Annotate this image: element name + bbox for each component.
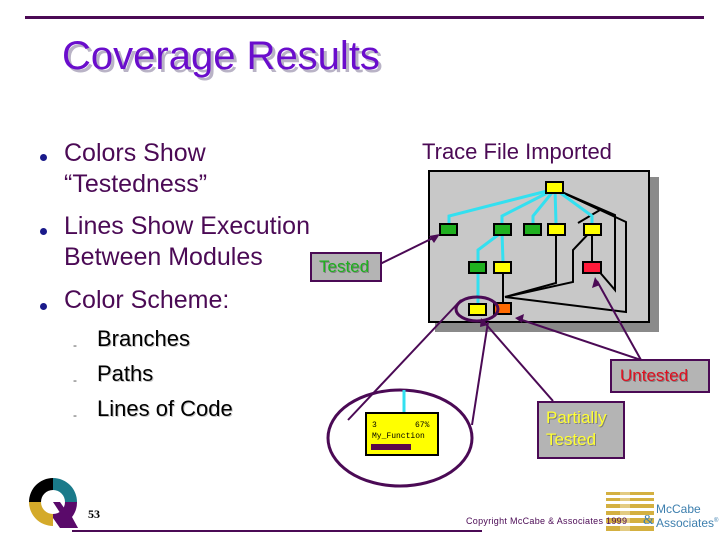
module [493,261,512,274]
module [493,223,512,236]
module [583,223,602,236]
edge [504,229,593,298]
module-selected [468,303,487,316]
callout-partial-line2: Tested [546,430,597,449]
zoom-module-name: My_Function [372,432,425,441]
q-logo [29,478,78,528]
company-name: McCabe Associates® [656,503,718,529]
module-root [545,181,564,194]
registered-mark: ® [714,518,719,524]
callout-tested: Tested [310,252,382,282]
arrowhead [515,314,524,323]
edge [553,188,558,225]
edge [554,188,616,293]
module [547,223,566,236]
tested-edges [447,187,594,304]
callout-untested: Untested [610,359,710,393]
module-untested [582,261,602,274]
bottom-rule [72,530,482,532]
company-name-line1: McCabe [656,502,701,516]
edge [500,231,505,263]
arrow-partial [483,321,554,402]
callout-partially-tested: Partially Tested [537,401,625,459]
zoom-line-right [471,321,489,426]
q-logo-segment [29,502,53,526]
zoom-module-count: 3 [372,421,377,430]
ampersand-icon: & [643,513,654,528]
zoom-module-percent: 67% [415,421,430,430]
callout-partial-line1: Partially [546,408,607,427]
modules [439,181,602,316]
module [468,261,487,274]
callout-tested-label: Tested [319,257,370,276]
copyright: Copyright McCabe & Associates 1999 [466,516,628,526]
company-name-line2: Associates® [656,515,718,529]
q-logo-segment [53,478,77,502]
module [523,223,542,236]
q-logo-segment [29,478,53,502]
edge [476,230,503,262]
page-number: 53 [88,507,100,521]
company-name-line2-text: Associates [656,516,715,530]
arrow-tested [377,235,438,266]
module [439,223,458,236]
callout-untested-label: Untested [620,366,689,385]
zoom-module-coverage-bar [371,444,411,450]
